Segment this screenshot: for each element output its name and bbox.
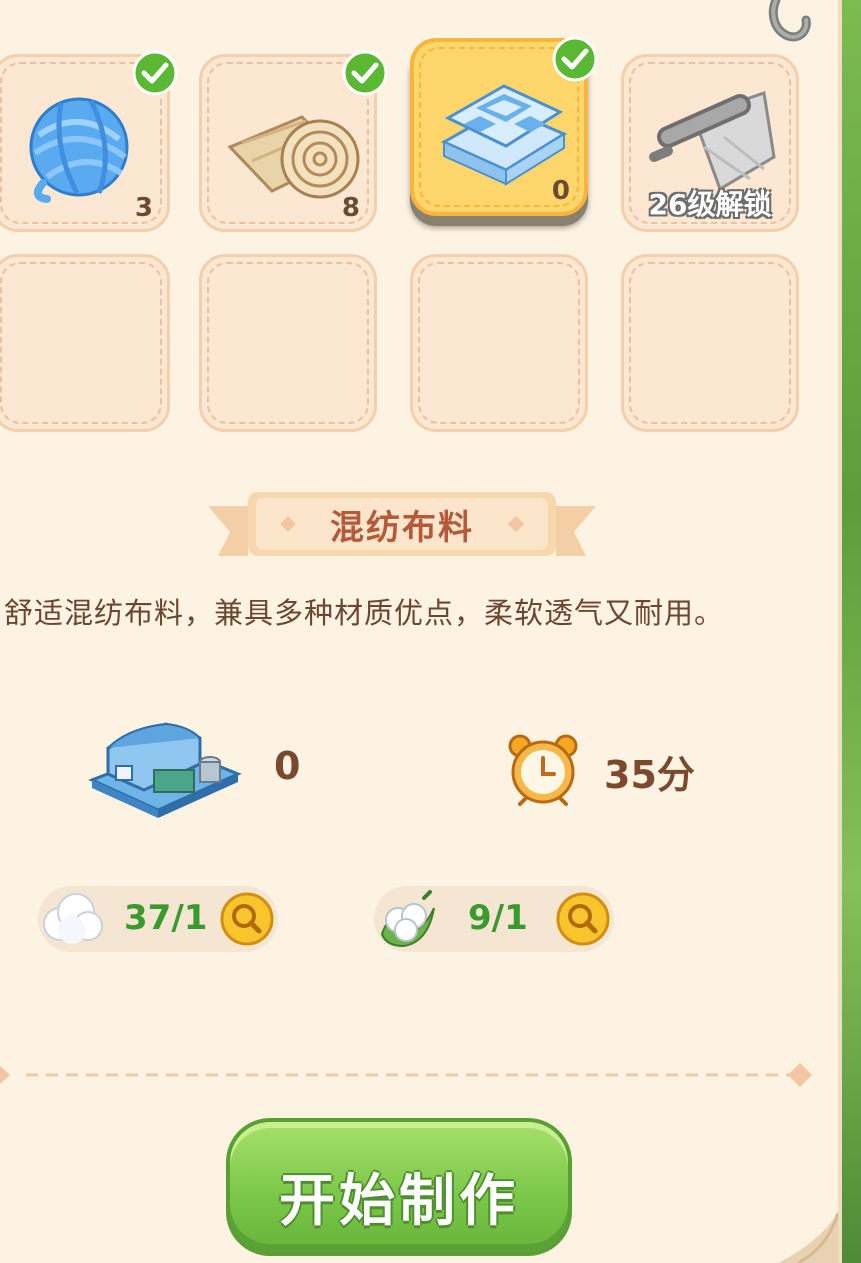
item-description: 舒适混纺布料，兼具多种材质优点，柔软透气又耐用。 xyxy=(4,596,725,630)
start-button-label: 开始制作 xyxy=(279,1169,519,1234)
material-count: 9/1 xyxy=(468,898,528,938)
search-icon[interactable] xyxy=(220,892,274,946)
check-icon xyxy=(342,50,388,96)
divider xyxy=(0,1063,812,1087)
start-crafting-button[interactable]: 开始制作 xyxy=(226,1118,572,1256)
slot-empty[interactable] xyxy=(0,254,170,432)
factory-count: 0 xyxy=(274,744,301,788)
recipe-panel: 3 8 0 26级解锁 混纺布料 舒适混纺布料，兼具多种材质优点，柔软透气又耐用… xyxy=(0,0,842,1263)
alarm-clock-icon xyxy=(508,734,578,806)
slot-count: 3 xyxy=(134,193,153,223)
craft-time: 35分 xyxy=(604,753,695,797)
cotton-boll-icon xyxy=(380,890,435,948)
slot-count: 8 xyxy=(341,193,360,223)
slot-locked[interactable]: 26级解锁 xyxy=(621,54,799,232)
slot-count: 0 xyxy=(551,176,570,206)
unlock-level-label: 26级解锁 xyxy=(648,188,772,221)
page-curl xyxy=(778,1212,838,1263)
hook-decoration xyxy=(768,0,811,42)
check-icon xyxy=(132,50,178,96)
item-title: 混纺布料 xyxy=(330,508,474,548)
material-cotton-fluff: 37/1 xyxy=(38,886,278,952)
slot-empty[interactable] xyxy=(621,254,799,432)
slot-empty[interactable] xyxy=(410,254,588,432)
material-count: 37/1 xyxy=(124,898,208,938)
search-icon[interactable] xyxy=(556,892,610,946)
cotton-fluff-icon xyxy=(43,893,103,944)
check-icon xyxy=(552,36,598,82)
factory-icon xyxy=(88,722,242,818)
slot-empty[interactable] xyxy=(199,254,377,432)
material-cotton-boll: 9/1 xyxy=(374,886,614,952)
